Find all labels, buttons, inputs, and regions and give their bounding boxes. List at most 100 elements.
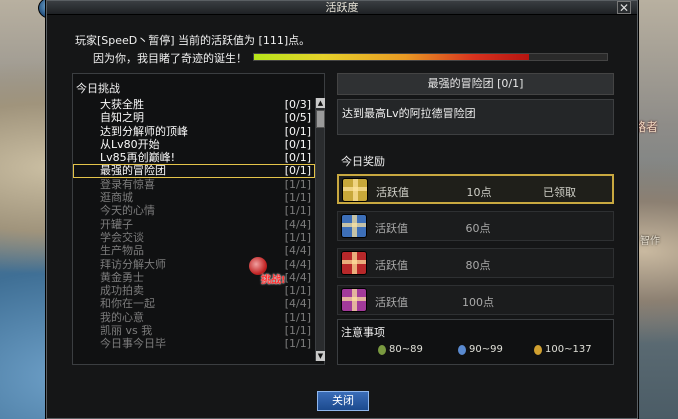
challenge-count: [1/1] — [284, 337, 311, 351]
medal-range: 100~137 — [545, 344, 592, 355]
reward-label: 活跃值 — [375, 259, 408, 272]
challenge-count: [0/1] — [284, 137, 311, 151]
reward-label: 活跃值 — [375, 222, 408, 235]
challenge-name: 拜访分解大师 — [100, 257, 166, 271]
challenge-row[interactable]: 开罐子 [4/4] — [73, 218, 315, 231]
challenge-count: [0/1] — [284, 151, 311, 165]
challenge-count: [0/3] — [284, 98, 311, 111]
close-button[interactable]: 关闭 — [317, 391, 369, 411]
medal-icon — [458, 344, 466, 355]
challenge-name: 今日事今日毕 — [100, 337, 166, 351]
reward-list: 活跃值 10点 已领取 活跃值 60点 活跃值 80点 活跃值 100点 — [337, 174, 614, 322]
challenge-row[interactable]: 我的心意 [1/1] — [73, 311, 315, 324]
challenge-row[interactable]: 生产物品 [4/4] — [73, 244, 315, 257]
challenge-header: 今日挑战 — [76, 82, 120, 95]
challenge-panel: 今日挑战 大获全胜 [0/3] 自知之明 [0/5] 达到分解师的顶峰 [0/1] 从Lv8… — [72, 73, 325, 365]
gift-box-icon — [341, 214, 367, 238]
scroll-down-icon[interactable]: ▼ — [316, 351, 325, 361]
challenge-name: 最强的冒险团 — [100, 164, 166, 178]
challenge-description: 达到最高Lv的阿拉德冒险团 — [342, 107, 476, 120]
activity-message-text: 因为你，我目睹了奇迹的诞生！ — [93, 52, 247, 65]
challenge-row[interactable]: 自知之明 [0/5] — [73, 111, 315, 124]
challenge-name: 我的心意 — [100, 310, 144, 324]
gift-box-icon — [342, 178, 368, 202]
challenge-count: [1/1] — [284, 284, 311, 298]
challenge-row[interactable]: 大获全胜 [0/3] — [73, 98, 315, 111]
challenge-name: 从Lv80开始 — [100, 137, 160, 151]
window-titlebar[interactable]: 活跃度 ✕ — [47, 1, 637, 15]
challenge-count: [1/1] — [284, 204, 311, 218]
challenge-count: [0/1] — [284, 124, 311, 138]
challenge-count: [0/5] — [284, 111, 311, 125]
reward-row[interactable]: 活跃值 10点 已领取 — [337, 174, 614, 204]
challenge-name: 学会交谈 — [100, 230, 144, 244]
medal-range: 90~99 — [469, 344, 503, 355]
notes-header: 注意事项 — [341, 326, 385, 339]
challenge-name: 凯丽 vs 我 — [100, 324, 153, 338]
challenge-scrollbar[interactable]: ▲ ▼ — [315, 98, 325, 361]
reward-label: 活跃值 — [375, 296, 408, 309]
challenge-name: 开罐子 — [100, 217, 133, 231]
challenge-row[interactable]: 和你在一起 [4/4] — [73, 297, 315, 310]
scroll-thumb[interactable] — [316, 110, 325, 128]
reward-amount: 100点 — [462, 296, 494, 309]
notes-box: 注意事项 80~89 90~99 100~137 — [337, 319, 614, 365]
status-area: 玩家[SpeeD丶暂停] 当前的活跃值为 [111]点。 因为你，我目睹了奇迹的… — [71, 27, 621, 67]
reward-label: 活跃值 — [376, 186, 409, 199]
reward-row[interactable]: 活跃值 100点 — [337, 285, 614, 315]
reward-row[interactable]: 活跃值 80点 — [337, 248, 614, 278]
challenge-row[interactable]: 成功拍卖 [1/1] — [73, 284, 315, 297]
challenge-name: Lv85再创巅峰! — [100, 151, 176, 165]
scroll-up-icon[interactable]: ▲ — [316, 98, 325, 108]
challenge-name: 登录有惊喜 — [100, 177, 155, 191]
reward-row[interactable]: 活跃值 60点 — [337, 211, 614, 241]
challenge-count: [1/1] — [284, 230, 311, 244]
challenge-row[interactable]: 达到分解师的顶峰 [0/1] — [73, 125, 315, 138]
challenge-name: 成功拍卖 — [100, 284, 144, 298]
gift-box-icon — [341, 288, 367, 312]
challenge-count: [4/4] — [284, 217, 311, 231]
gift-box-icon — [341, 251, 367, 275]
selected-challenge-title: 最强的冒险团 [0/1] — [337, 73, 614, 95]
activity-value-text: 玩家[SpeeD丶暂停] 当前的活跃值为 [111]点。 — [75, 34, 311, 47]
challenge-badge: 挑战! — [249, 257, 297, 286]
reward-amount: 80点 — [465, 259, 491, 272]
background-sign-2: 智作 — [640, 236, 660, 247]
challenge-name: 大获全胜 — [100, 98, 144, 111]
reward-amount: 60点 — [465, 222, 491, 235]
medal-icon — [378, 344, 386, 355]
activity-progress-fill — [254, 54, 530, 60]
challenge-count: [0/1] — [284, 164, 311, 178]
window-title: 活跃度 — [325, 1, 359, 14]
reward-amount: 10点 — [466, 186, 492, 199]
challenge-row[interactable]: 学会交谈 [1/1] — [73, 231, 315, 244]
challenge-name: 逛商城 — [100, 191, 133, 205]
challenge-name: 达到分解师的顶峰 — [100, 124, 188, 138]
challenge-name: 黄金勇士 — [100, 270, 144, 284]
challenge-badge-text: 挑战! — [261, 275, 286, 286]
challenge-name: 自知之明 — [100, 111, 144, 125]
medal-item: 100~137 — [534, 344, 592, 355]
medal-icon — [534, 344, 542, 355]
challenge-count: [4/4] — [284, 244, 311, 258]
medal-range: 80~89 — [389, 344, 423, 355]
close-icon[interactable]: ✕ — [617, 1, 631, 14]
challenge-name: 今天的心情 — [100, 204, 155, 218]
challenge-name: 生产物品 — [100, 244, 144, 258]
challenge-row[interactable]: 登录有惊喜 [1/1] — [73, 178, 315, 191]
challenge-row[interactable]: 逛商城 [1/1] — [73, 191, 315, 204]
challenge-description-box: 达到最高Lv的阿拉德冒险团 — [337, 99, 614, 135]
challenge-row[interactable]: 今日事今日毕 [1/1] — [73, 337, 315, 350]
activity-progress-bar — [253, 53, 608, 61]
challenge-list: 大获全胜 [0/3] 自知之明 [0/5] 达到分解师的顶峰 [0/1] 从Lv80开始 [0… — [73, 98, 315, 351]
challenge-row[interactable]: 今天的心情 [1/1] — [73, 204, 315, 217]
reward-header: 今日奖励 — [341, 155, 385, 168]
challenge-count: [1/1] — [284, 324, 311, 338]
challenge-count: [1/1] — [284, 191, 311, 205]
challenge-row[interactable]: 凯丽 vs 我 [1/1] — [73, 324, 315, 337]
challenge-row[interactable]: 最强的冒险团 [0/1] — [73, 164, 315, 178]
challenge-count: [1/1] — [284, 177, 311, 191]
challenge-row[interactable]: 从Lv80开始 [0/1] — [73, 138, 315, 151]
reward-status: 已领取 — [543, 186, 576, 199]
challenge-row[interactable]: Lv85再创巅峰! [0/1] — [73, 151, 315, 164]
